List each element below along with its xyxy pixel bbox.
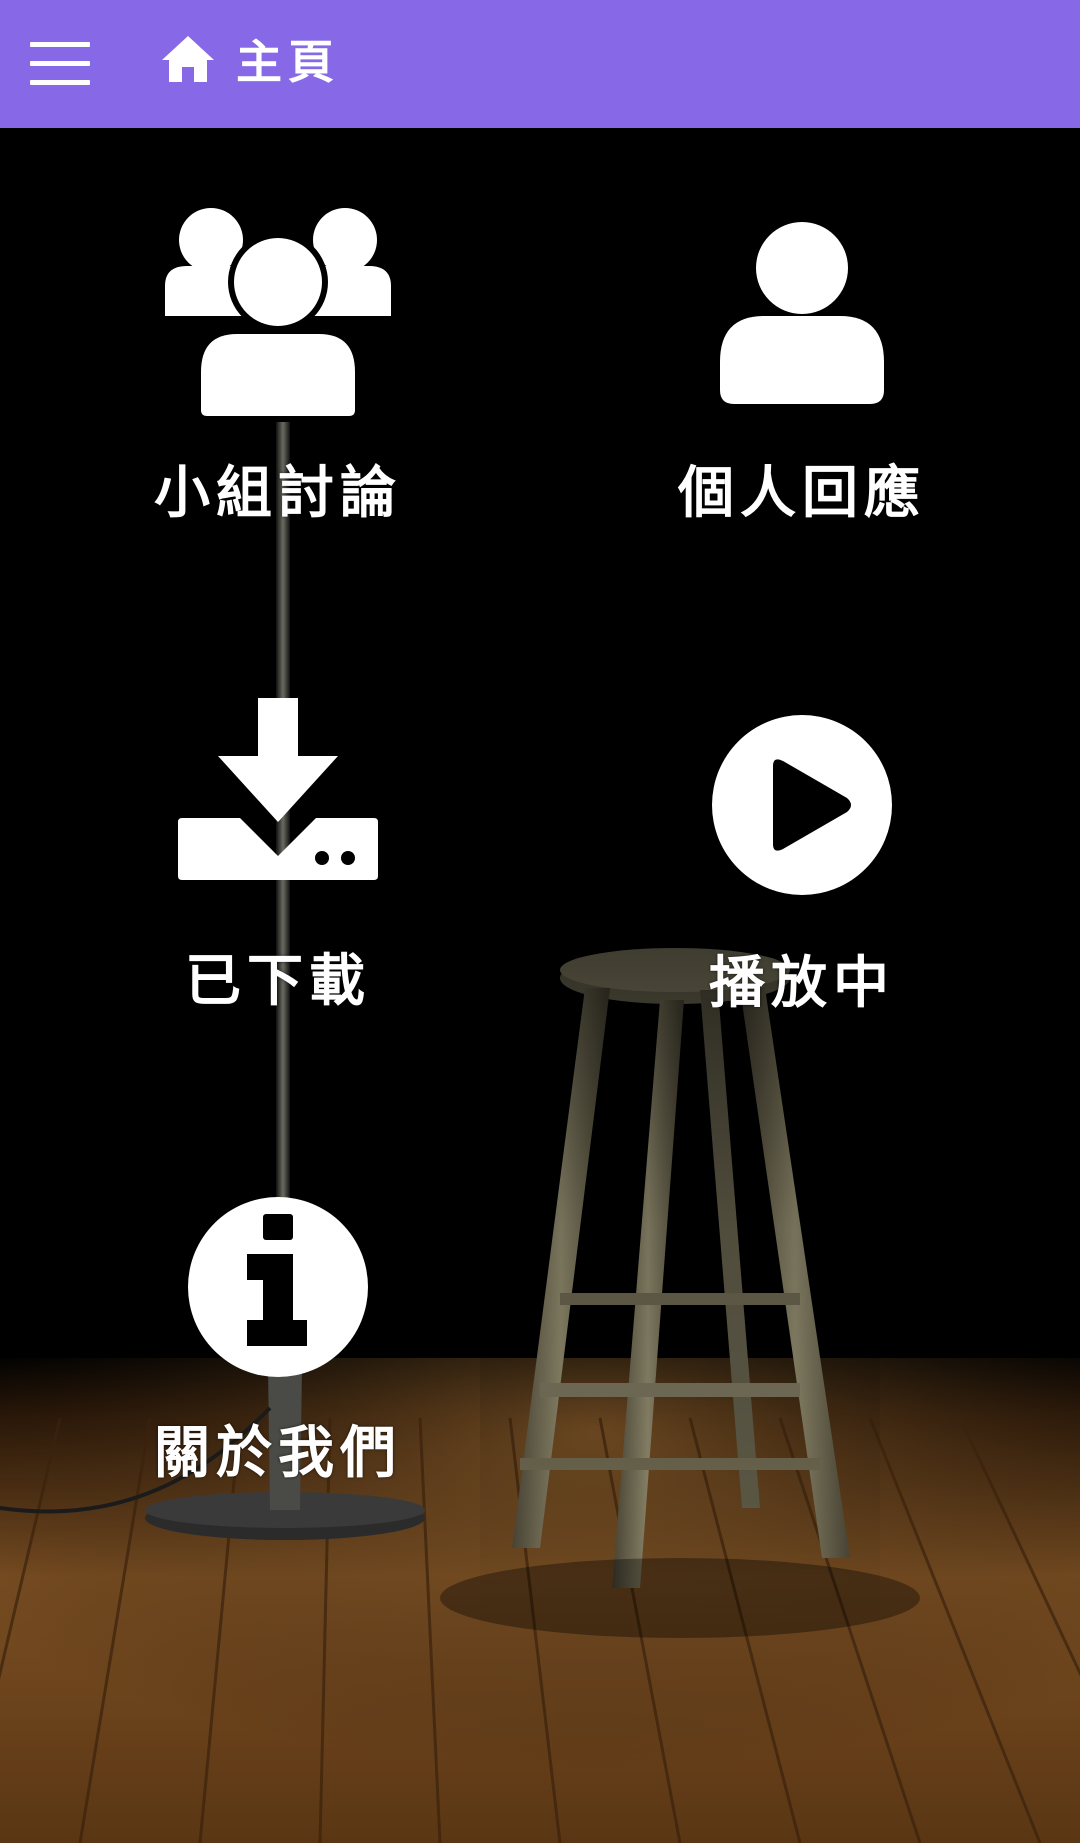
menu-item-label: 小組討論 [154, 461, 402, 526]
menu-item-about-us[interactable]: 關於我們 [68, 1196, 488, 1516]
person-icon [720, 220, 884, 404]
menu-item-personal-response[interactable]: 個人回應 [592, 208, 1012, 528]
hamburger-menu-icon[interactable] [22, 30, 98, 98]
menu-item-label: 關於我們 [154, 1421, 402, 1486]
menu-item-group-discussion[interactable]: 小組討論 [68, 208, 488, 528]
menu-item-label: 已下載 [185, 949, 371, 1014]
page-title: 主頁 [236, 35, 340, 89]
menu-line [30, 61, 90, 66]
menu-item-label: 播放中 [709, 951, 895, 1016]
group-icon [165, 208, 391, 422]
menu-item-downloaded[interactable]: 已下載 [68, 698, 488, 1018]
menu-item-label: 個人回應 [678, 461, 926, 526]
info-icon [188, 1197, 368, 1377]
menu-line [30, 80, 90, 85]
app-screen: 主頁 小組討論 個人回應 已下載 播放中 關於我們 [0, 0, 1080, 1843]
app-bar: 主頁 [0, 0, 1080, 128]
download-icon [178, 698, 378, 880]
main-menu-grid: 小組討論 個人回應 已下載 播放中 關於我們 [0, 128, 1080, 1843]
menu-line [30, 42, 90, 47]
home-icon [162, 36, 214, 82]
menu-item-now-playing[interactable]: 播放中 [592, 698, 1012, 1018]
play-circle-icon [712, 715, 892, 895]
